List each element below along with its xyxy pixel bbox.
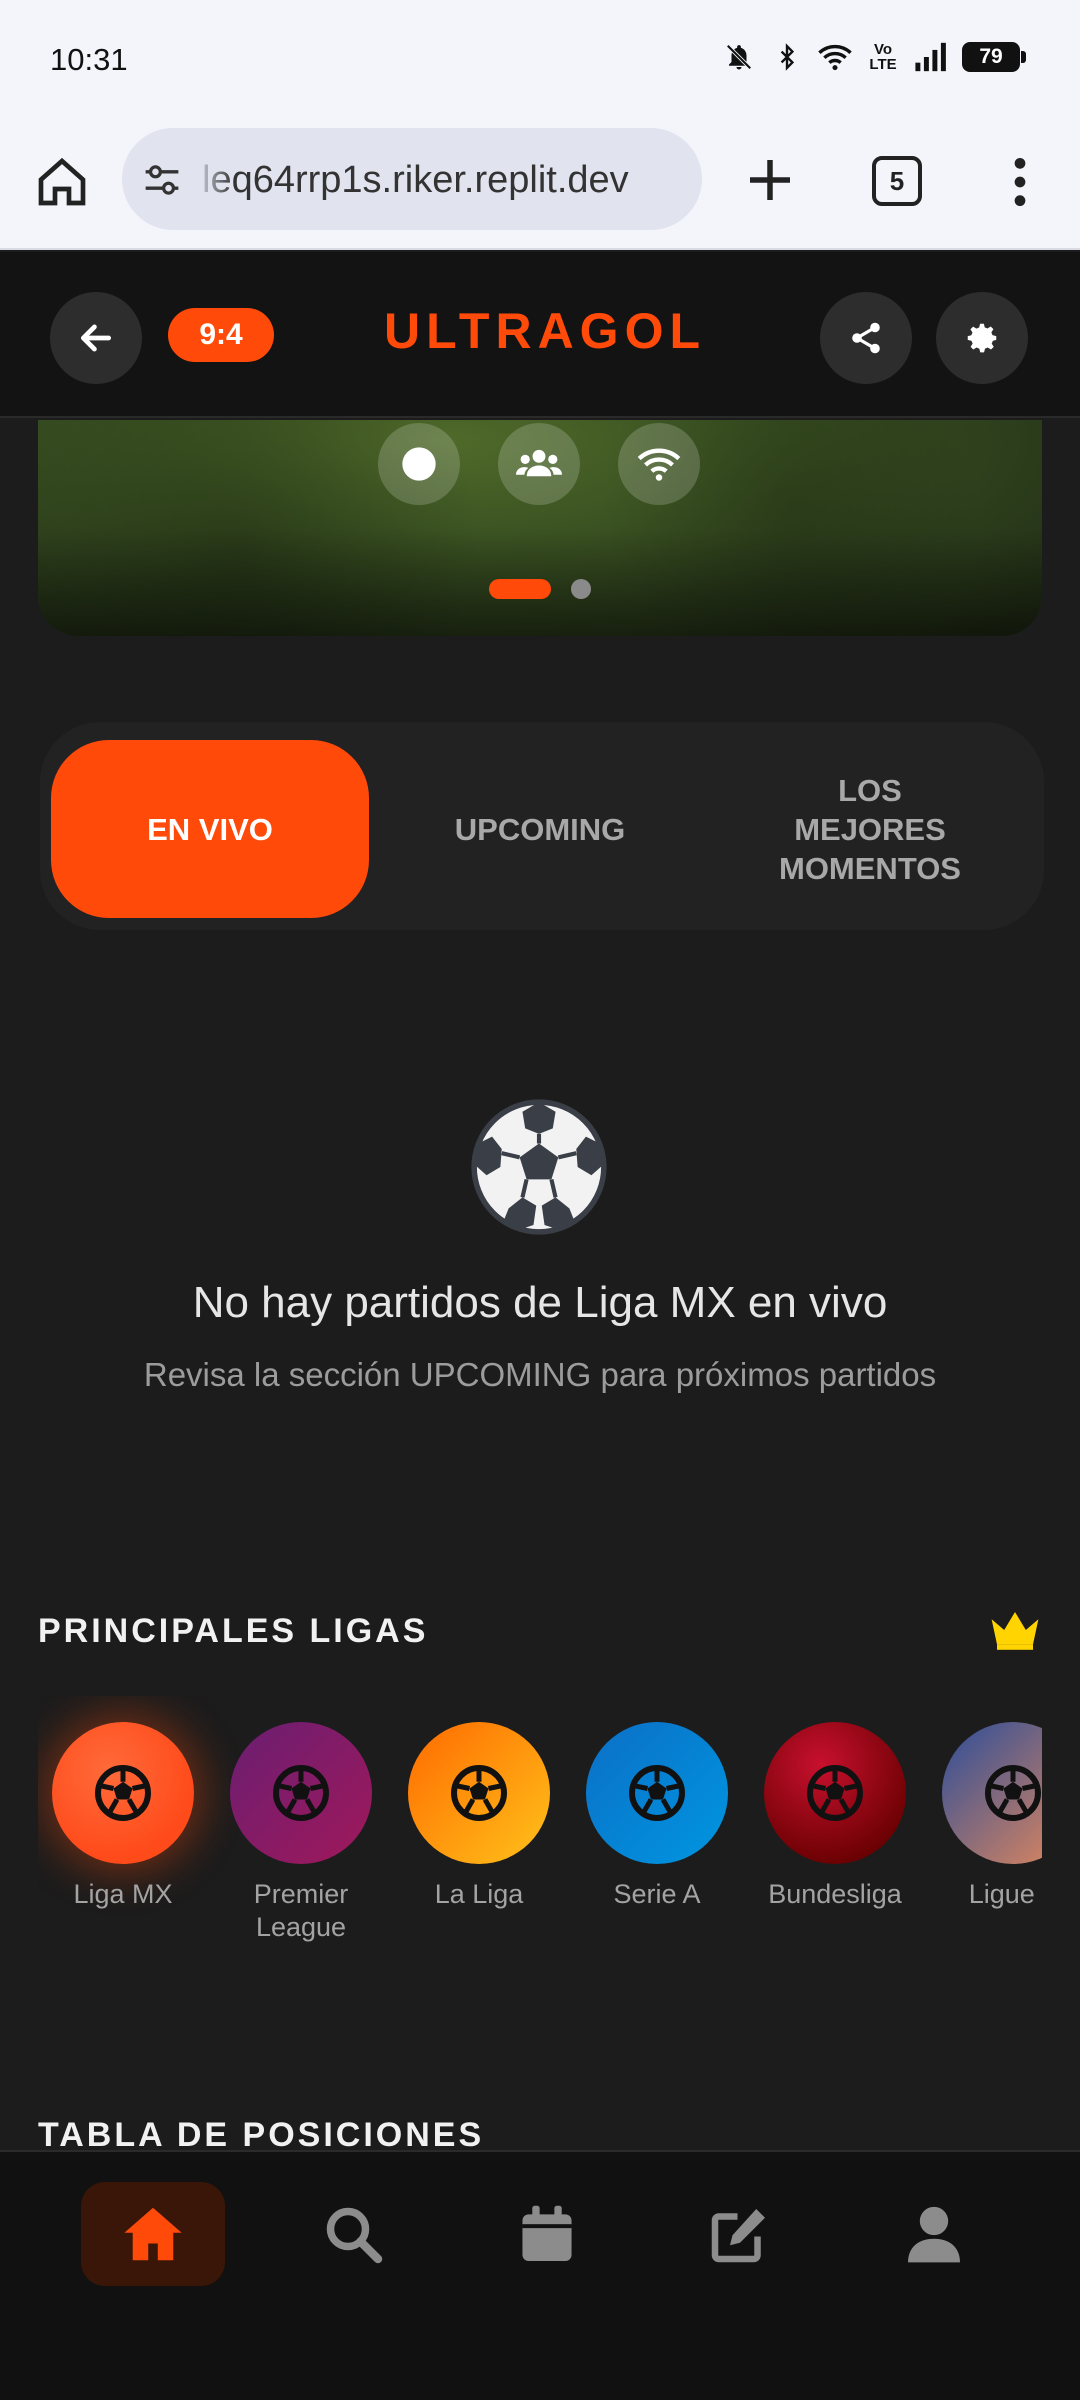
league-logo <box>942 1722 1042 1864</box>
league-name: Premier League <box>253 1879 349 1942</box>
url-fade <box>194 128 234 230</box>
browser-toolbar: leq64rrp1s.riker.replit.dev 5 <box>0 120 1080 250</box>
search-icon <box>326 2207 383 2264</box>
league-logo <box>764 1722 906 1864</box>
league-item-liga-mx[interactable]: Liga MX <box>38 1696 208 1911</box>
tab-mejores-momentos-label: LOS MEJORES MOMENTOS <box>779 772 961 886</box>
league-logo <box>586 1722 728 1864</box>
leagues-section-title: PRINCIPALES LIGAS <box>38 1612 429 1650</box>
league-item-ligue-1[interactable]: Ligue 1 <box>928 1696 1042 1911</box>
soccer-ball-icon <box>629 1765 685 1821</box>
soccer-ball-icon <box>95 1765 151 1821</box>
signal-icon <box>914 40 948 74</box>
wifi-icon <box>637 448 681 481</box>
nav-home[interactable] <box>81 2182 225 2286</box>
empty-state-subtitle: Revisa la sección UPCOMING para próximos… <box>143 1356 937 1393</box>
soccer-ball-icon <box>985 1765 1041 1821</box>
tab-upcoming[interactable]: UPCOMING <box>380 740 700 918</box>
share-button[interactable] <box>820 292 912 384</box>
status-time: 10:31 <box>50 42 128 77</box>
battery-icon: 79 <box>962 42 1026 72</box>
hero-banner[interactable] <box>38 420 1042 636</box>
league-logo <box>230 1722 372 1864</box>
score-badge: 9:4 <box>168 308 274 362</box>
wifi-icon <box>818 40 852 74</box>
share-icon <box>852 322 880 354</box>
soccer-ball-icon <box>273 1765 329 1821</box>
bluetooth-icon <box>770 40 804 74</box>
live-indicator[interactable] <box>378 423 460 505</box>
league-item-la-liga[interactable]: La Liga <box>394 1696 564 1911</box>
home-icon <box>124 2207 182 2261</box>
league-name: Bundesliga <box>768 1879 902 1909</box>
viewers-indicator[interactable] <box>498 423 580 505</box>
brand-title: ULTRAGOL <box>383 303 707 359</box>
user-icon <box>908 2206 960 2263</box>
screen: 10:31 Vo LTE 79 leq64rrp1s.riker.replit.d… <box>0 0 1080 2400</box>
app-header: 9:4 ULTRAGOL <box>0 252 1080 418</box>
bottom-nav <box>0 2150 1080 2400</box>
match-tabs: EN VIVO UPCOMING LOS MEJORES MOMENTOS <box>40 722 1044 930</box>
users-icon <box>516 449 562 477</box>
mute-icon <box>722 40 756 74</box>
league-logo <box>408 1722 550 1864</box>
edit-icon <box>711 2209 765 2263</box>
tabs-icon[interactable]: 5 <box>872 156 922 206</box>
back-button[interactable] <box>50 292 142 384</box>
league-name: Serie A <box>613 1879 701 1909</box>
nav-profile[interactable] <box>862 2182 1006 2286</box>
site-settings-icon[interactable] <box>142 162 182 198</box>
league-carousel[interactable]: Liga MX Premier League La Liga Serie A B… <box>38 1696 1042 1966</box>
carousel-dot-active[interactable] <box>489 579 551 599</box>
soccer-ball-icon <box>470 1098 608 1236</box>
record-dot-icon <box>402 447 436 481</box>
nav-edit[interactable] <box>668 2182 812 2286</box>
soccer-ball-icon <box>451 1765 507 1821</box>
league-logo <box>52 1722 194 1864</box>
new-tab-icon[interactable] <box>740 150 800 210</box>
status-bar: 10:31 Vo LTE 79 <box>0 0 1080 120</box>
status-icons: Vo LTE 79 <box>722 40 1026 74</box>
league-name: La Liga <box>434 1879 524 1909</box>
home-icon[interactable] <box>34 154 90 210</box>
carousel-dot[interactable] <box>571 579 591 599</box>
back-arrow-icon <box>80 324 112 352</box>
gear-icon <box>967 323 997 353</box>
league-item-bundesliga[interactable]: Bundesliga <box>750 1696 920 1911</box>
nav-calendar[interactable] <box>475 2182 619 2286</box>
url-text[interactable]: leq64rrp1s.riker.replit.dev <box>202 159 629 202</box>
league-item-premier-league[interactable]: Premier League <box>216 1696 386 1944</box>
more-icon[interactable] <box>1000 154 1040 210</box>
soccer-ball-icon <box>807 1765 863 1821</box>
crown-icon <box>988 1608 1042 1652</box>
signal-indicator[interactable] <box>618 423 700 505</box>
tab-mejores-momentos[interactable]: LOS MEJORES MOMENTOS <box>710 740 1030 918</box>
tab-en-vivo[interactable]: EN VIVO <box>51 740 369 918</box>
league-name: Liga MX <box>73 1879 173 1909</box>
league-item-serie-a[interactable]: Serie A <box>572 1696 742 1911</box>
league-name: Ligue 1 <box>968 1879 1042 1909</box>
volte-icon: Vo LTE <box>869 41 897 73</box>
settings-button[interactable] <box>936 292 1028 384</box>
nav-search[interactable] <box>281 2182 425 2286</box>
empty-state-title: No hay partidos de Liga MX en vivo <box>192 1278 888 1327</box>
calendar-icon <box>522 2205 572 2261</box>
address-bar[interactable]: leq64rrp1s.riker.replit.dev <box>122 128 702 230</box>
